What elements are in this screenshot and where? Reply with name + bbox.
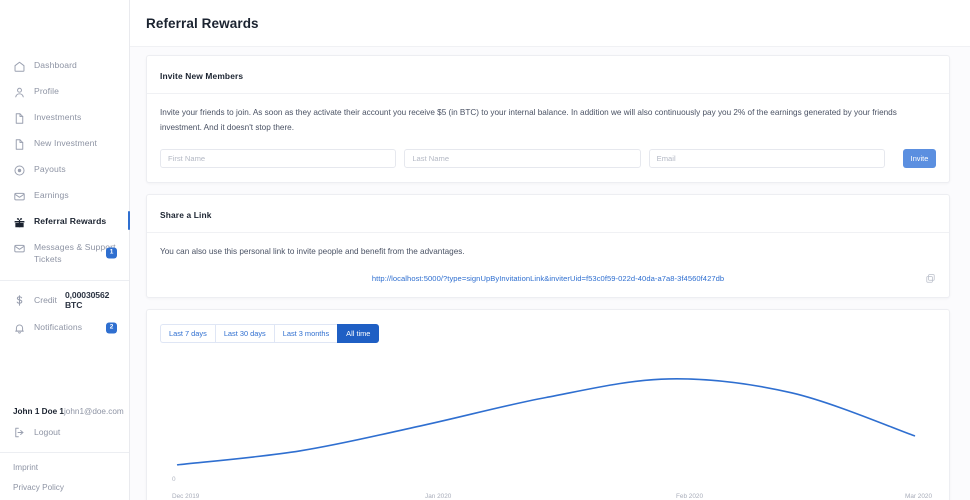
x-tick-feb-2020: Feb 2020 (676, 493, 703, 500)
referrals-chart-card: Last 7 days Last 30 days Last 3 months A… (146, 309, 950, 500)
sidebar-item-referral-rewards[interactable]: Referral Rewards (0, 209, 129, 235)
sidebar-item-label: Earnings (34, 189, 69, 202)
copy-icon[interactable] (925, 273, 936, 284)
sidebar-item-new-investment[interactable]: New Investment (0, 131, 129, 157)
invite-card-title: Invite New Members (160, 71, 243, 81)
filter-last-7-days[interactable]: Last 7 days (160, 324, 215, 343)
sidebar-item-label: Profile (34, 85, 59, 98)
document-plus-icon (13, 138, 26, 151)
imprint-link[interactable]: Imprint (13, 463, 119, 472)
topbar: Referral Rewards (130, 0, 970, 47)
share-a-link-card: Share a Link You can also use this perso… (146, 194, 950, 298)
x-axis-labels: Dec 2019 Jan 2020 Feb 2020 Mar 2020 (160, 493, 936, 500)
notifications-badge: 2 (106, 323, 117, 334)
sidebar-item-investments[interactable]: Investments (0, 105, 129, 131)
sidebar-item-label: Notifications (34, 321, 82, 334)
sidebar-spacer (0, 341, 129, 406)
user-email: john1@doe.com (64, 407, 124, 416)
x-tick-dec-2019: Dec 2019 (172, 493, 199, 500)
chart-area: 0 Dec 2019 Jan 2020 Feb 2020 Mar 2020 (160, 353, 936, 500)
share-card-body: You can also use this personal link to i… (147, 233, 949, 297)
document-icon (13, 112, 26, 125)
chart-range-filters: Last 7 days Last 30 days Last 3 months A… (160, 324, 936, 343)
content-area: Invite New Members Invite your friends t… (130, 47, 970, 500)
invite-description: Invite your friends to join. As soon as … (160, 106, 930, 135)
sidebar-item-label: New Investment (34, 137, 97, 150)
sidebar-nav: Dashboard Profile Investments New Invest… (0, 53, 129, 341)
bell-icon (13, 322, 26, 335)
invite-form: Invite (160, 149, 936, 168)
referral-rewards-page: Dashboard Profile Investments New Invest… (0, 0, 970, 500)
filter-all-time[interactable]: All time (337, 324, 379, 343)
sidebar-item-label: Payouts (34, 163, 66, 176)
sidebar-item-messages-support-tickets[interactable]: Messages & Support Tickets 1 (0, 235, 129, 271)
sidebar-footer-links: Imprint Privacy Policy (0, 453, 129, 500)
credit-value: 0,00030562 BTC (65, 290, 119, 310)
referral-link-row: http://localhost:5000/?type=signUpByInvi… (160, 274, 936, 283)
sidebar-divider (0, 280, 129, 281)
user-info: John 1 Doe 1john1@doe.com (0, 406, 129, 418)
share-description: You can also use this personal link to i… (160, 245, 930, 260)
sidebar-item-dashboard[interactable]: Dashboard (0, 53, 129, 79)
invite-button[interactable]: Invite (903, 149, 936, 168)
invite-card-body: Invite your friends to join. As soon as … (147, 94, 949, 182)
sidebar-item-label: Investments (34, 111, 81, 124)
mail-icon (13, 242, 26, 255)
share-card-header: Share a Link (147, 195, 949, 233)
share-card-title: Share a Link (160, 210, 212, 220)
gift-icon (13, 216, 26, 229)
sidebar: Dashboard Profile Investments New Invest… (0, 0, 130, 500)
invite-card-header: Invite New Members (147, 56, 949, 94)
messages-badge: 1 (106, 248, 117, 259)
main-content: Referral Rewards Invite New Members Invi… (130, 0, 970, 500)
home-icon (13, 60, 26, 73)
logout-icon (13, 426, 26, 439)
x-tick-mar-2020: Mar 2020 (905, 493, 932, 500)
privacy-policy-link[interactable]: Privacy Policy (13, 483, 119, 492)
filter-last-3-months[interactable]: Last 3 months (274, 324, 337, 343)
circle-target-icon (13, 164, 26, 177)
logout-button[interactable]: Logout (0, 418, 129, 446)
last-name-input[interactable] (404, 149, 640, 168)
series-line (178, 378, 915, 464)
sidebar-item-earnings[interactable]: Earnings (0, 183, 129, 209)
y-axis-zero-label: 0 (172, 476, 176, 483)
sidebar-item-profile[interactable]: Profile (0, 79, 129, 105)
referrals-line-chart (160, 353, 936, 493)
credit-label: Credit (34, 295, 57, 305)
referral-link[interactable]: http://localhost:5000/?type=signUpByInvi… (372, 274, 724, 283)
user-icon (13, 86, 26, 99)
sidebar-item-label: Dashboard (34, 59, 77, 72)
logout-label: Logout (34, 427, 60, 437)
invite-new-members-card: Invite New Members Invite your friends t… (146, 55, 950, 183)
first-name-input[interactable] (160, 149, 396, 168)
x-tick-jan-2020: Jan 2020 (425, 493, 451, 500)
filter-last-30-days[interactable]: Last 30 days (215, 324, 274, 343)
user-name: John 1 Doe 1 (13, 407, 64, 416)
sidebar-item-label: Referral Rewards (34, 215, 106, 228)
email-input[interactable] (649, 149, 885, 168)
page-title: Referral Rewards (146, 16, 259, 31)
envelope-icon (13, 190, 26, 203)
sidebar-item-payouts[interactable]: Payouts (0, 157, 129, 183)
sidebar-credit[interactable]: Credit 0,00030562 BTC (0, 285, 129, 315)
dollar-icon (13, 294, 26, 307)
sidebar-item-notifications[interactable]: Notifications 2 (0, 315, 129, 341)
